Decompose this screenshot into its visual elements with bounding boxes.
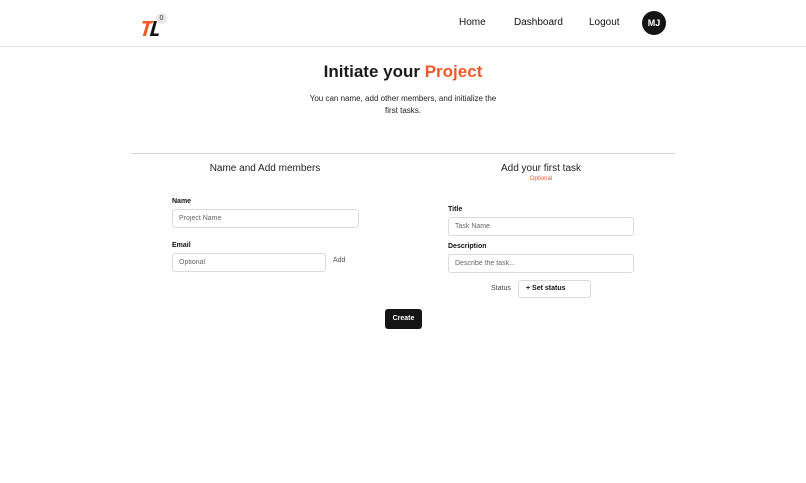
nav-dashboard-link[interactable]: Dashboard xyxy=(514,17,563,28)
name-label: Name xyxy=(172,198,192,205)
page-title-accent: Project xyxy=(424,62,483,81)
notification-badge: 0 xyxy=(156,13,167,24)
status-label: Status xyxy=(491,285,511,292)
page-title-prefix: Initiate your xyxy=(323,62,420,81)
set-status-button[interactable]: + Set status xyxy=(518,280,591,298)
task-section-title: Add your first task xyxy=(500,163,582,174)
nav-logout-link[interactable]: Logout xyxy=(589,17,620,28)
top-navbar: 0 Home Dashboard Logout MJ xyxy=(0,0,806,47)
task-description-label: Description xyxy=(448,243,487,250)
section-divider xyxy=(131,153,676,154)
page-title: Initiate your Project xyxy=(0,62,806,82)
task-description-input[interactable] xyxy=(448,254,634,273)
project-name-input[interactable] xyxy=(172,209,359,228)
create-button[interactable]: Create xyxy=(385,309,422,329)
task-name-input[interactable] xyxy=(448,217,634,236)
member-email-input[interactable] xyxy=(172,253,326,272)
add-member-button[interactable]: Add xyxy=(333,257,345,264)
optional-tag: Optional xyxy=(529,176,553,182)
user-avatar[interactable]: MJ xyxy=(642,11,666,35)
page-subtitle: You can name, add other members, and ini… xyxy=(309,94,497,115)
nav-home-link[interactable]: Home xyxy=(459,17,486,28)
members-section-title: Name and Add members xyxy=(209,163,321,174)
email-label: Email xyxy=(172,242,191,249)
task-title-label: Title xyxy=(448,206,463,213)
